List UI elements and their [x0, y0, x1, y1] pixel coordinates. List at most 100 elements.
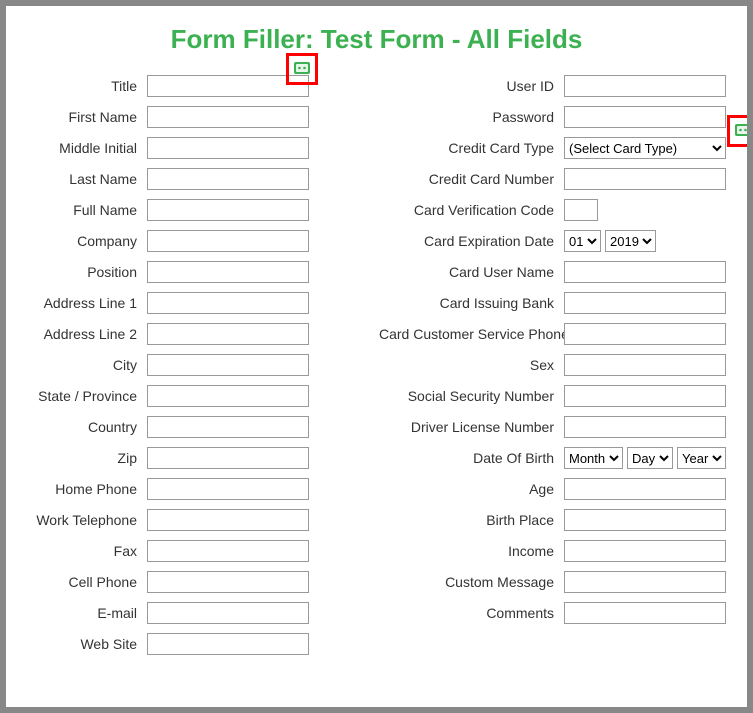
- label-age: Age: [379, 481, 554, 497]
- row-cc-type: Credit Card Type (Select Card Type): [379, 137, 726, 159]
- input-card-cs[interactable]: [564, 323, 726, 345]
- label-sex: Sex: [379, 357, 554, 373]
- row-cc-number: Credit Card Number: [379, 168, 726, 190]
- row-home-phone: Home Phone: [27, 478, 309, 500]
- left-column: Title First Name Middle Initial Last Nam…: [27, 75, 309, 655]
- label-work-phone: Work Telephone: [27, 512, 137, 528]
- row-cc-exp: Card Expiration Date 01 2019: [379, 230, 726, 252]
- row-address2: Address Line 2: [27, 323, 309, 345]
- row-age: Age: [379, 478, 726, 500]
- row-sex: Sex: [379, 354, 726, 376]
- input-work-phone[interactable]: [147, 509, 309, 531]
- row-address1: Address Line 1: [27, 292, 309, 314]
- label-title: Title: [27, 78, 137, 94]
- input-user-id[interactable]: [564, 75, 726, 97]
- label-company: Company: [27, 233, 137, 249]
- row-country: Country: [27, 416, 309, 438]
- input-middle-initial[interactable]: [147, 137, 309, 159]
- form-columns: Title First Name Middle Initial Last Nam…: [36, 75, 717, 655]
- input-address1[interactable]: [147, 292, 309, 314]
- row-fax: Fax: [27, 540, 309, 562]
- label-birth-place: Birth Place: [379, 512, 554, 528]
- label-card-user: Card User Name: [379, 264, 554, 280]
- label-country: Country: [27, 419, 137, 435]
- label-city: City: [27, 357, 137, 373]
- label-fax: Fax: [27, 543, 137, 559]
- row-full-name: Full Name: [27, 199, 309, 221]
- input-dln[interactable]: [564, 416, 726, 438]
- row-first-name: First Name: [27, 106, 309, 128]
- label-cc-exp: Card Expiration Date: [379, 233, 554, 249]
- row-company: Company: [27, 230, 309, 252]
- input-income[interactable]: [564, 540, 726, 562]
- input-position[interactable]: [147, 261, 309, 283]
- row-comments: Comments: [379, 602, 726, 624]
- row-birth-place: Birth Place: [379, 509, 726, 531]
- row-position: Position: [27, 261, 309, 283]
- input-ssn[interactable]: [564, 385, 726, 407]
- input-website[interactable]: [147, 633, 309, 655]
- row-email: E-mail: [27, 602, 309, 624]
- roboform-icon[interactable]: [293, 59, 311, 77]
- select-dob-day[interactable]: Day: [627, 447, 673, 469]
- select-cc-exp-year[interactable]: 2019: [605, 230, 656, 252]
- select-dob-month[interactable]: Month: [564, 447, 623, 469]
- input-title[interactable]: [147, 75, 309, 97]
- input-full-name[interactable]: [147, 199, 309, 221]
- right-column: User ID Password Credit Card Type (Selec…: [379, 75, 726, 655]
- input-card-user[interactable]: [564, 261, 726, 283]
- input-cc-number[interactable]: [564, 168, 726, 190]
- label-cvc: Card Verification Code: [379, 202, 554, 218]
- roboform-icon[interactable]: [734, 121, 752, 139]
- input-last-name[interactable]: [147, 168, 309, 190]
- input-cvc[interactable]: [564, 199, 598, 221]
- input-zip[interactable]: [147, 447, 309, 469]
- label-email: E-mail: [27, 605, 137, 621]
- input-age[interactable]: [564, 478, 726, 500]
- select-dob-year[interactable]: Year: [677, 447, 726, 469]
- page-title: Form Filler: Test Form - All Fields: [36, 24, 717, 55]
- row-state: State / Province: [27, 385, 309, 407]
- input-comments[interactable]: [564, 602, 726, 624]
- input-cell-phone[interactable]: [147, 571, 309, 593]
- input-city[interactable]: [147, 354, 309, 376]
- row-title: Title: [27, 75, 309, 97]
- row-password: Password: [379, 106, 726, 128]
- label-state: State / Province: [27, 388, 137, 404]
- input-first-name[interactable]: [147, 106, 309, 128]
- label-comments: Comments: [379, 605, 554, 621]
- label-cc-number: Credit Card Number: [379, 171, 554, 187]
- label-website: Web Site: [27, 636, 137, 652]
- input-custom-msg[interactable]: [564, 571, 726, 593]
- row-custom-msg: Custom Message: [379, 571, 726, 593]
- label-card-cs: Card Customer Service Phone: [379, 326, 554, 342]
- input-state[interactable]: [147, 385, 309, 407]
- input-fax[interactable]: [147, 540, 309, 562]
- select-cc-exp-month[interactable]: 01: [564, 230, 601, 252]
- label-full-name: Full Name: [27, 202, 137, 218]
- input-country[interactable]: [147, 416, 309, 438]
- input-card-bank[interactable]: [564, 292, 726, 314]
- input-password[interactable]: [564, 106, 726, 128]
- label-position: Position: [27, 264, 137, 280]
- select-cc-type[interactable]: (Select Card Type): [564, 137, 726, 159]
- label-custom-msg: Custom Message: [379, 574, 554, 590]
- input-sex[interactable]: [564, 354, 726, 376]
- label-card-bank: Card Issuing Bank: [379, 295, 554, 311]
- input-company[interactable]: [147, 230, 309, 252]
- label-cc-type: Credit Card Type: [379, 140, 554, 156]
- row-zip: Zip: [27, 447, 309, 469]
- label-income: Income: [379, 543, 554, 559]
- row-last-name: Last Name: [27, 168, 309, 190]
- input-email[interactable]: [147, 602, 309, 624]
- label-first-name: First Name: [27, 109, 137, 125]
- input-birth-place[interactable]: [564, 509, 726, 531]
- label-zip: Zip: [27, 450, 137, 466]
- row-middle-initial: Middle Initial: [27, 137, 309, 159]
- input-home-phone[interactable]: [147, 478, 309, 500]
- label-last-name: Last Name: [27, 171, 137, 187]
- input-address2[interactable]: [147, 323, 309, 345]
- row-website: Web Site: [27, 633, 309, 655]
- label-dob: Date Of Birth: [379, 450, 554, 466]
- label-address2: Address Line 2: [27, 326, 137, 342]
